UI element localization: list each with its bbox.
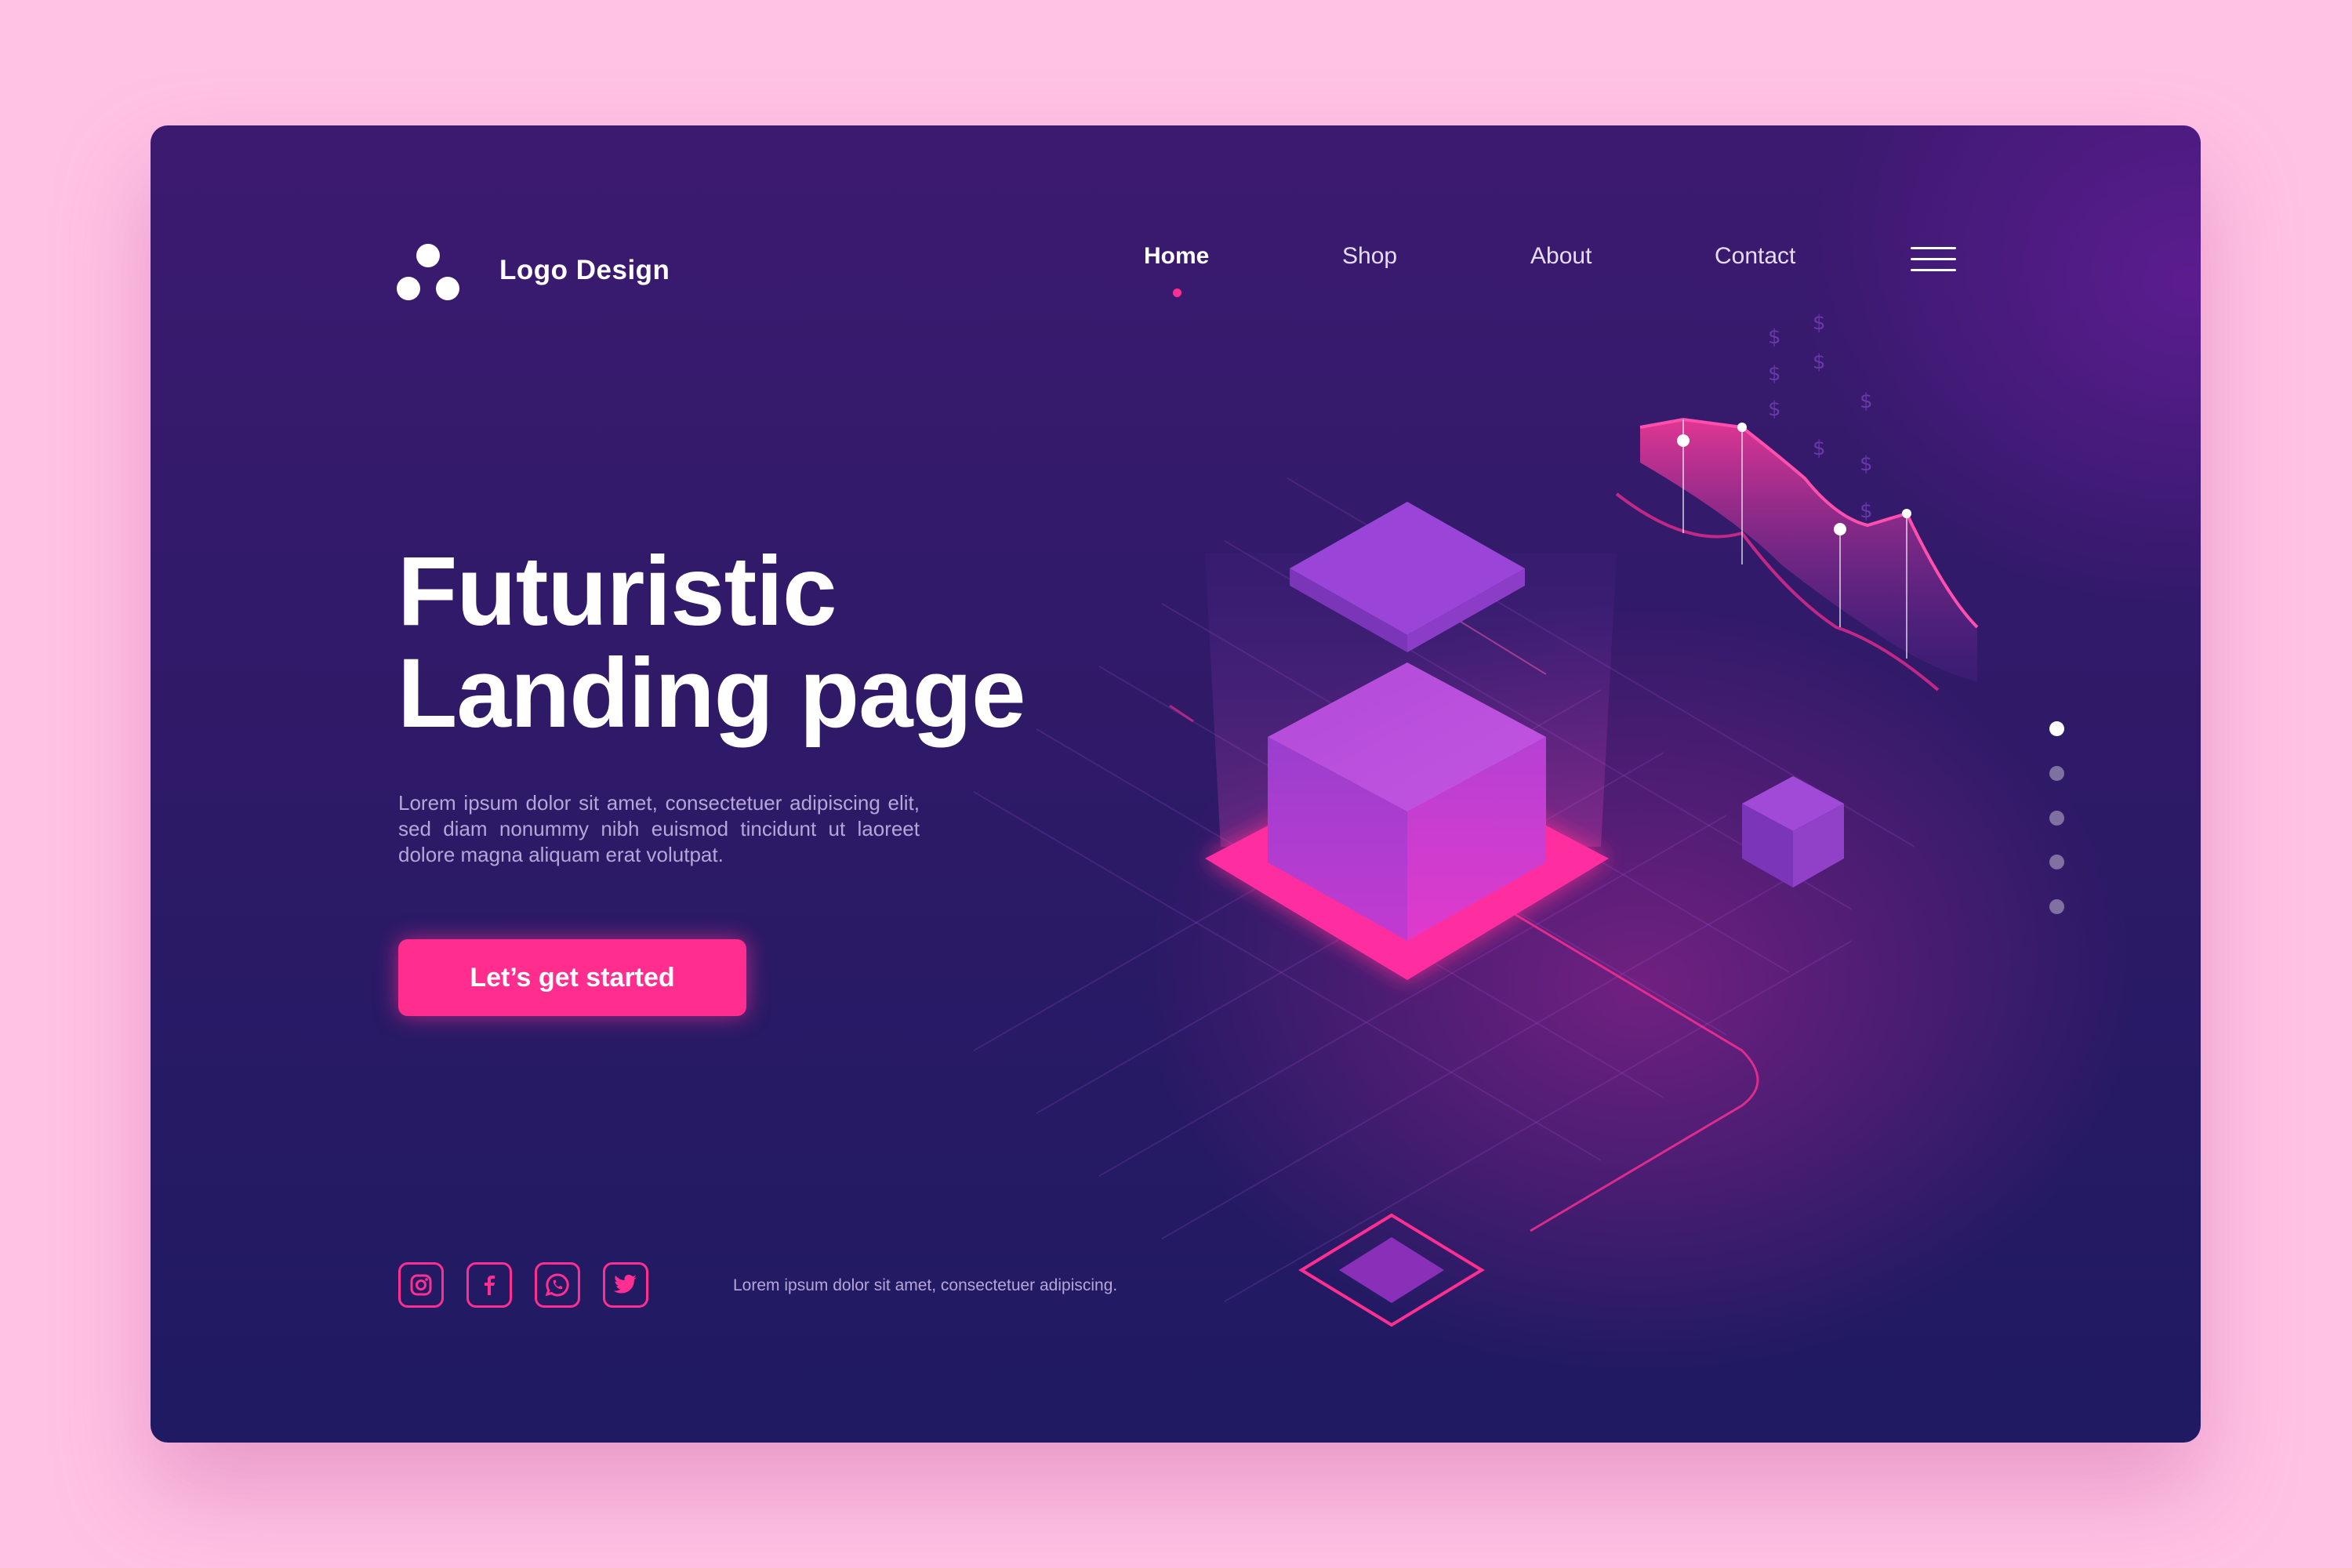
svg-text:$: $ (1768, 397, 1781, 421)
pagination-dot-4[interactable] (2049, 855, 2064, 869)
facebook-icon[interactable] (466, 1262, 512, 1308)
get-started-label: Let’s get started (470, 962, 675, 993)
isometric-illustration: $ $ $ $ $ $ $ $ $ (973, 311, 1979, 1327)
hero-title-line1: Futuristic (397, 537, 837, 646)
svg-text:$: $ (1860, 452, 1873, 476)
pagination-dot-5[interactable] (2049, 899, 2064, 914)
nav-home[interactable]: Home (1144, 243, 1210, 297)
instagram-icon[interactable] (398, 1262, 444, 1308)
pagination-dot-2[interactable] (2049, 766, 2064, 781)
nav-about[interactable]: About (1530, 243, 1592, 270)
svg-text:$: $ (1860, 390, 1873, 413)
hamburger-icon[interactable] (1911, 247, 1956, 274)
get-started-button[interactable]: Let’s get started (398, 939, 746, 1016)
svg-text:$: $ (1813, 437, 1826, 460)
nav-about-label: About (1530, 243, 1592, 269)
svg-text:$: $ (1768, 325, 1781, 349)
hero-title-line2: Landing page (397, 639, 1025, 748)
pagination-dot-1[interactable] (2049, 721, 2064, 736)
hero-description: Lorem ipsum dolor sit amet, consectetuer… (398, 791, 920, 866)
landing-card: $ $ $ $ $ $ $ $ $ Logo Design Home Shop About … (151, 125, 2201, 1443)
svg-text:$: $ (1860, 499, 1873, 523)
nav-shop[interactable]: Shop (1342, 243, 1397, 270)
active-indicator-dot (1172, 289, 1181, 297)
nav-contact[interactable]: Contact (1715, 243, 1795, 270)
logo-icon[interactable] (395, 243, 461, 304)
svg-text:$: $ (1768, 362, 1781, 386)
twitter-icon[interactable] (603, 1262, 648, 1308)
hero-title: Futuristic Landing page (397, 541, 1025, 745)
nav-contact-label: Contact (1715, 243, 1796, 269)
nav-shop-label: Shop (1342, 243, 1398, 269)
pagination-dot-3[interactable] (2049, 811, 2064, 826)
footer-text: Lorem ipsum dolor sit amet, consectetuer… (733, 1276, 1118, 1294)
nav-home-label: Home (1144, 243, 1210, 269)
whatsapp-icon[interactable] (535, 1262, 580, 1308)
svg-text:$: $ (1813, 350, 1826, 374)
svg-text:$: $ (1813, 311, 1826, 335)
logo-text[interactable]: Logo Design (499, 255, 670, 286)
